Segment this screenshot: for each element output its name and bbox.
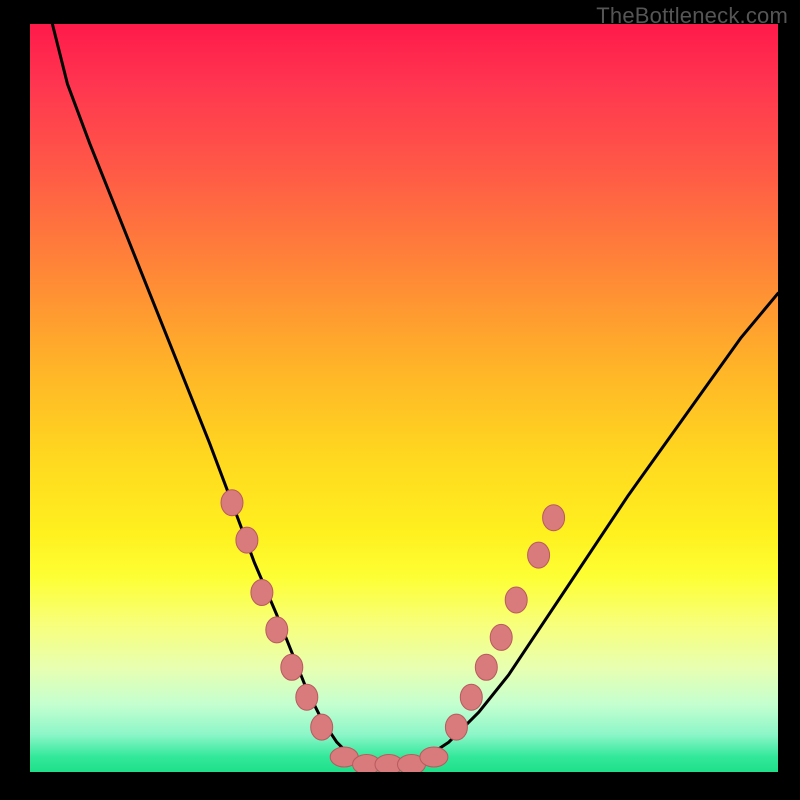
- curve-marker: [311, 714, 333, 740]
- curve-marker: [445, 714, 467, 740]
- curve-marker: [460, 684, 482, 710]
- curve-marker: [475, 654, 497, 680]
- curve-svg: [30, 24, 778, 772]
- chart-stage: TheBottleneck.com: [0, 0, 800, 800]
- curve-marker: [221, 490, 243, 516]
- curve-marker: [543, 505, 565, 531]
- curve-marker: [251, 580, 273, 606]
- plot-area: [30, 24, 778, 772]
- curve-marker: [296, 684, 318, 710]
- curve-marker: [505, 587, 527, 613]
- curve-marker: [236, 527, 258, 553]
- curve-marker: [490, 624, 512, 650]
- curve-marker: [528, 542, 550, 568]
- curve-marker: [281, 654, 303, 680]
- curve-marker: [420, 747, 448, 767]
- curve-markers: [221, 490, 565, 772]
- curve-marker: [266, 617, 288, 643]
- bottleneck-curve-path: [52, 24, 778, 765]
